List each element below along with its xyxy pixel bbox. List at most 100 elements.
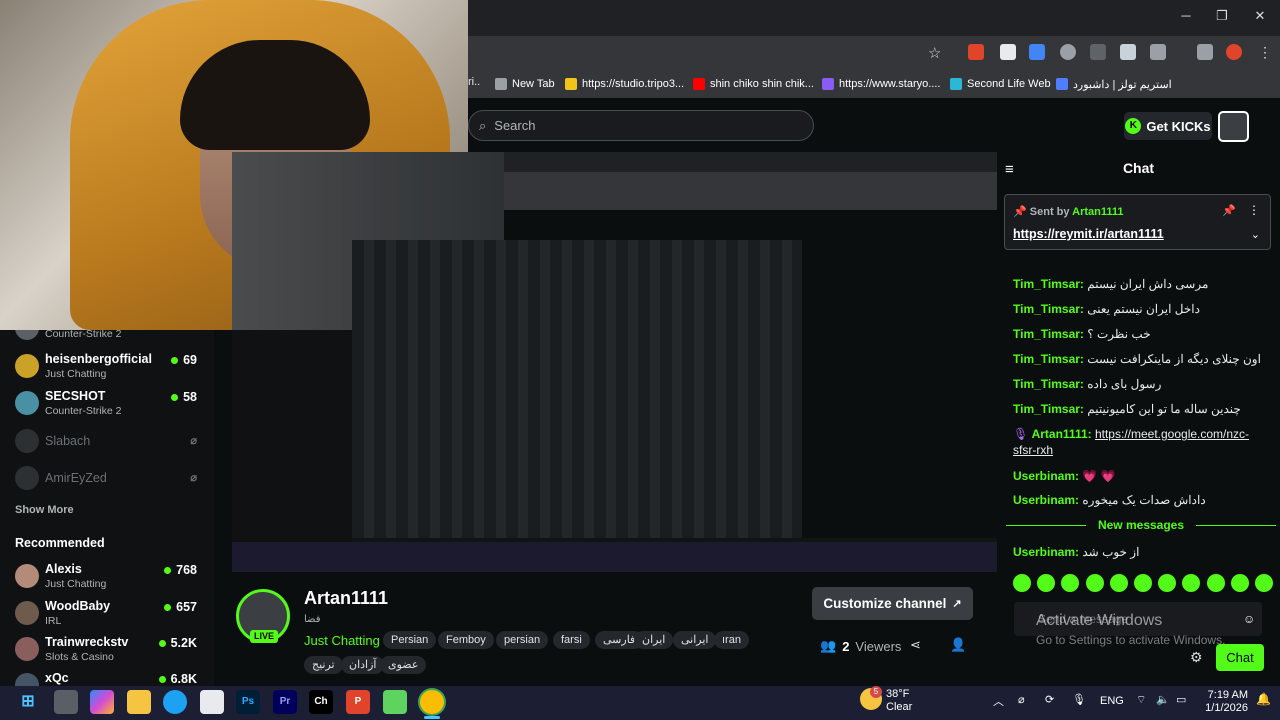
stream-tag[interactable]: ترنیج (304, 656, 343, 674)
media-control-icon[interactable] (1197, 44, 1213, 60)
viewers-count: 👥 2 Viewers (820, 638, 902, 654)
bookmark-truncated[interactable]: ri.. (468, 76, 480, 88)
task-view-icon[interactable] (54, 690, 78, 714)
new-messages-divider[interactable]: New messages (1006, 518, 1276, 532)
store-icon[interactable] (200, 690, 224, 714)
photoshop-icon[interactable]: Ps (236, 690, 260, 714)
edge-icon[interactable] (163, 690, 187, 714)
emote-icon[interactable] (1037, 574, 1056, 592)
stream-tag[interactable]: persian (496, 631, 549, 649)
translate-icon[interactable] (1029, 44, 1045, 60)
character-animator-icon[interactable]: Ch (309, 690, 333, 714)
premiere-icon[interactable]: Pr (273, 690, 297, 714)
follow-user-icon[interactable]: 👤 (950, 637, 966, 653)
maximize-button[interactable]: ❐ (1212, 8, 1232, 26)
sidebar-item[interactable]: heisenbergofficial Just Chatting 69 (15, 351, 205, 385)
sidebar-item[interactable]: WoodBaby IRL 657 (15, 598, 205, 632)
weather-widget[interactable]: 38°F Clear (886, 688, 912, 714)
sidebar-item[interactable]: Alexis Just Chatting 768 (15, 561, 205, 595)
stream-tag[interactable]: عضوی (380, 656, 427, 674)
show-more-link[interactable]: Show More (15, 504, 74, 516)
staryo-icon (822, 78, 834, 90)
chat-settings-icon[interactable]: ⚙ (1190, 649, 1203, 666)
chat-send-button[interactable]: Chat (1216, 644, 1264, 671)
viewers-icon: 👥 (820, 638, 837, 653)
language-indicator[interactable]: ENG (1100, 695, 1124, 707)
stream-category-link[interactable]: Just Chatting (304, 633, 380, 648)
shield-icon[interactable] (1060, 44, 1076, 60)
menu-kebab-icon[interactable]: ⋮ (1258, 44, 1272, 61)
bookmark-item[interactable]: https://www.staryo.... (822, 76, 940, 92)
emote-icon[interactable] (1085, 574, 1104, 592)
stream-tag[interactable]: ایران (634, 631, 674, 649)
sidebar-item[interactable]: AmirEyZed ⌀ (15, 463, 205, 497)
file-explorer-icon[interactable] (127, 690, 151, 714)
stream-tag[interactable]: farsi (553, 631, 590, 649)
emote-icon[interactable] (1206, 574, 1225, 592)
sync-icon[interactable]: ⟳ (1045, 693, 1054, 706)
sidebar-item-name: heisenbergofficial (45, 352, 152, 366)
emote-icon[interactable] (1109, 574, 1128, 592)
chat-message: Tim_Timsar: اون چنلای دیگه از ماینکرافت … (1013, 352, 1261, 366)
bookmark-item[interactable]: https://studio.tripo3... (565, 76, 684, 92)
close-button[interactable]: ✕ (1250, 8, 1270, 26)
pinterest-like-icon[interactable]: P (346, 690, 370, 714)
profile-icon[interactable] (1226, 44, 1242, 60)
share-icon[interactable]: ⋖ (910, 637, 921, 653)
bookmark-item[interactable]: Second Life Web (950, 76, 1051, 92)
search-input[interactable]: ⌕ Search (468, 110, 814, 141)
sidebar-item[interactable]: Slabach ⌀ (15, 426, 205, 460)
copilot-icon[interactable] (90, 690, 114, 714)
stream-tag[interactable]: Femboy (438, 631, 494, 649)
bookmark-item[interactable]: New Tab (495, 76, 555, 92)
minimize-button[interactable]: ─ (1176, 8, 1196, 26)
emote-icon[interactable] (1013, 574, 1031, 592)
stream-tag[interactable]: ıran (714, 631, 749, 649)
emote-icon[interactable] (1182, 574, 1201, 592)
chevron-up-icon[interactable]: ︿ (993, 693, 1004, 709)
emote-icon[interactable] (1158, 574, 1177, 592)
stream-tag[interactable]: Persian (383, 631, 437, 649)
clock[interactable]: 7:19 AM 1/1/2026 (1200, 689, 1248, 715)
volume-icon[interactable]: 🔈 (1156, 693, 1170, 706)
battery-icon[interactable]: ▭ (1176, 693, 1186, 706)
pinned-message[interactable]: 📌 Sent by Artan1111 https://reymit.ir/ar… (1004, 194, 1271, 250)
chrome-icon[interactable] (420, 690, 444, 714)
network-off-icon[interactable]: ⌀ (1018, 693, 1025, 706)
emote-icon[interactable] (1133, 574, 1152, 592)
extension-cloud-icon[interactable] (1090, 44, 1106, 60)
stream-tag[interactable]: آزادان (341, 656, 385, 674)
notification-bell-icon[interactable]: 🔔 (1256, 692, 1271, 706)
user-avatar[interactable] (1218, 111, 1249, 142)
live-dot-icon (171, 394, 179, 401)
emote-icon[interactable] (1230, 574, 1249, 592)
stream-tag[interactable]: ایرانی (673, 631, 717, 649)
customize-channel-button[interactable]: Customize channel ↗ (812, 587, 973, 620)
chat-message: Tim_Timsar: خب نظرت ؟ (1013, 327, 1151, 341)
extensions-puzzle-icon[interactable] (1150, 44, 1166, 60)
pinned-link[interactable]: https://reymit.ir/artan1111 (1013, 227, 1164, 241)
streamer-name[interactable]: Artan1111 (304, 588, 388, 609)
activate-windows-subtext: Go to Settings to activate Windows. (1036, 633, 1226, 647)
extension-image-icon[interactable] (1120, 44, 1136, 60)
bookmark-item[interactable]: shin chiko shin chik... (693, 76, 814, 92)
mic-icon[interactable]: 🎙 (1072, 693, 1086, 706)
emote-icon[interactable] (1254, 574, 1273, 592)
sidebar-item[interactable]: Trainwreckstv Slots & Casino 5.2K (15, 634, 205, 668)
stream-video-player[interactable] (232, 152, 997, 572)
chevron-down-icon[interactable]: ⌄ (1251, 228, 1260, 241)
bookmark-star-icon[interactable]: ☆ (928, 44, 941, 62)
pin-icon[interactable]: 📌 (1222, 204, 1236, 217)
emote-icon[interactable] (1061, 574, 1080, 592)
sidebar-item[interactable]: xQc 6.8K (15, 670, 205, 686)
wifi-off-icon[interactable]: ⌔ (1136, 693, 1146, 707)
bookmark-item[interactable]: استریم تولز | داشبورد (1056, 76, 1172, 92)
sidebar-item[interactable]: SECSHOT Counter-Strike 2 58 (15, 388, 205, 422)
extension-fox-icon[interactable] (968, 44, 984, 60)
emoji-picker-icon[interactable]: ☺ (1243, 612, 1255, 626)
get-kicks-button[interactable]: K Get KICKs (1124, 112, 1212, 140)
extension-grid-icon[interactable] (1000, 44, 1016, 60)
windows-start-icon[interactable]: ⊞ (16, 690, 40, 714)
pinned-menu-icon[interactable]: ⋮ (1248, 203, 1260, 217)
streaming-app-icon[interactable] (383, 690, 407, 714)
